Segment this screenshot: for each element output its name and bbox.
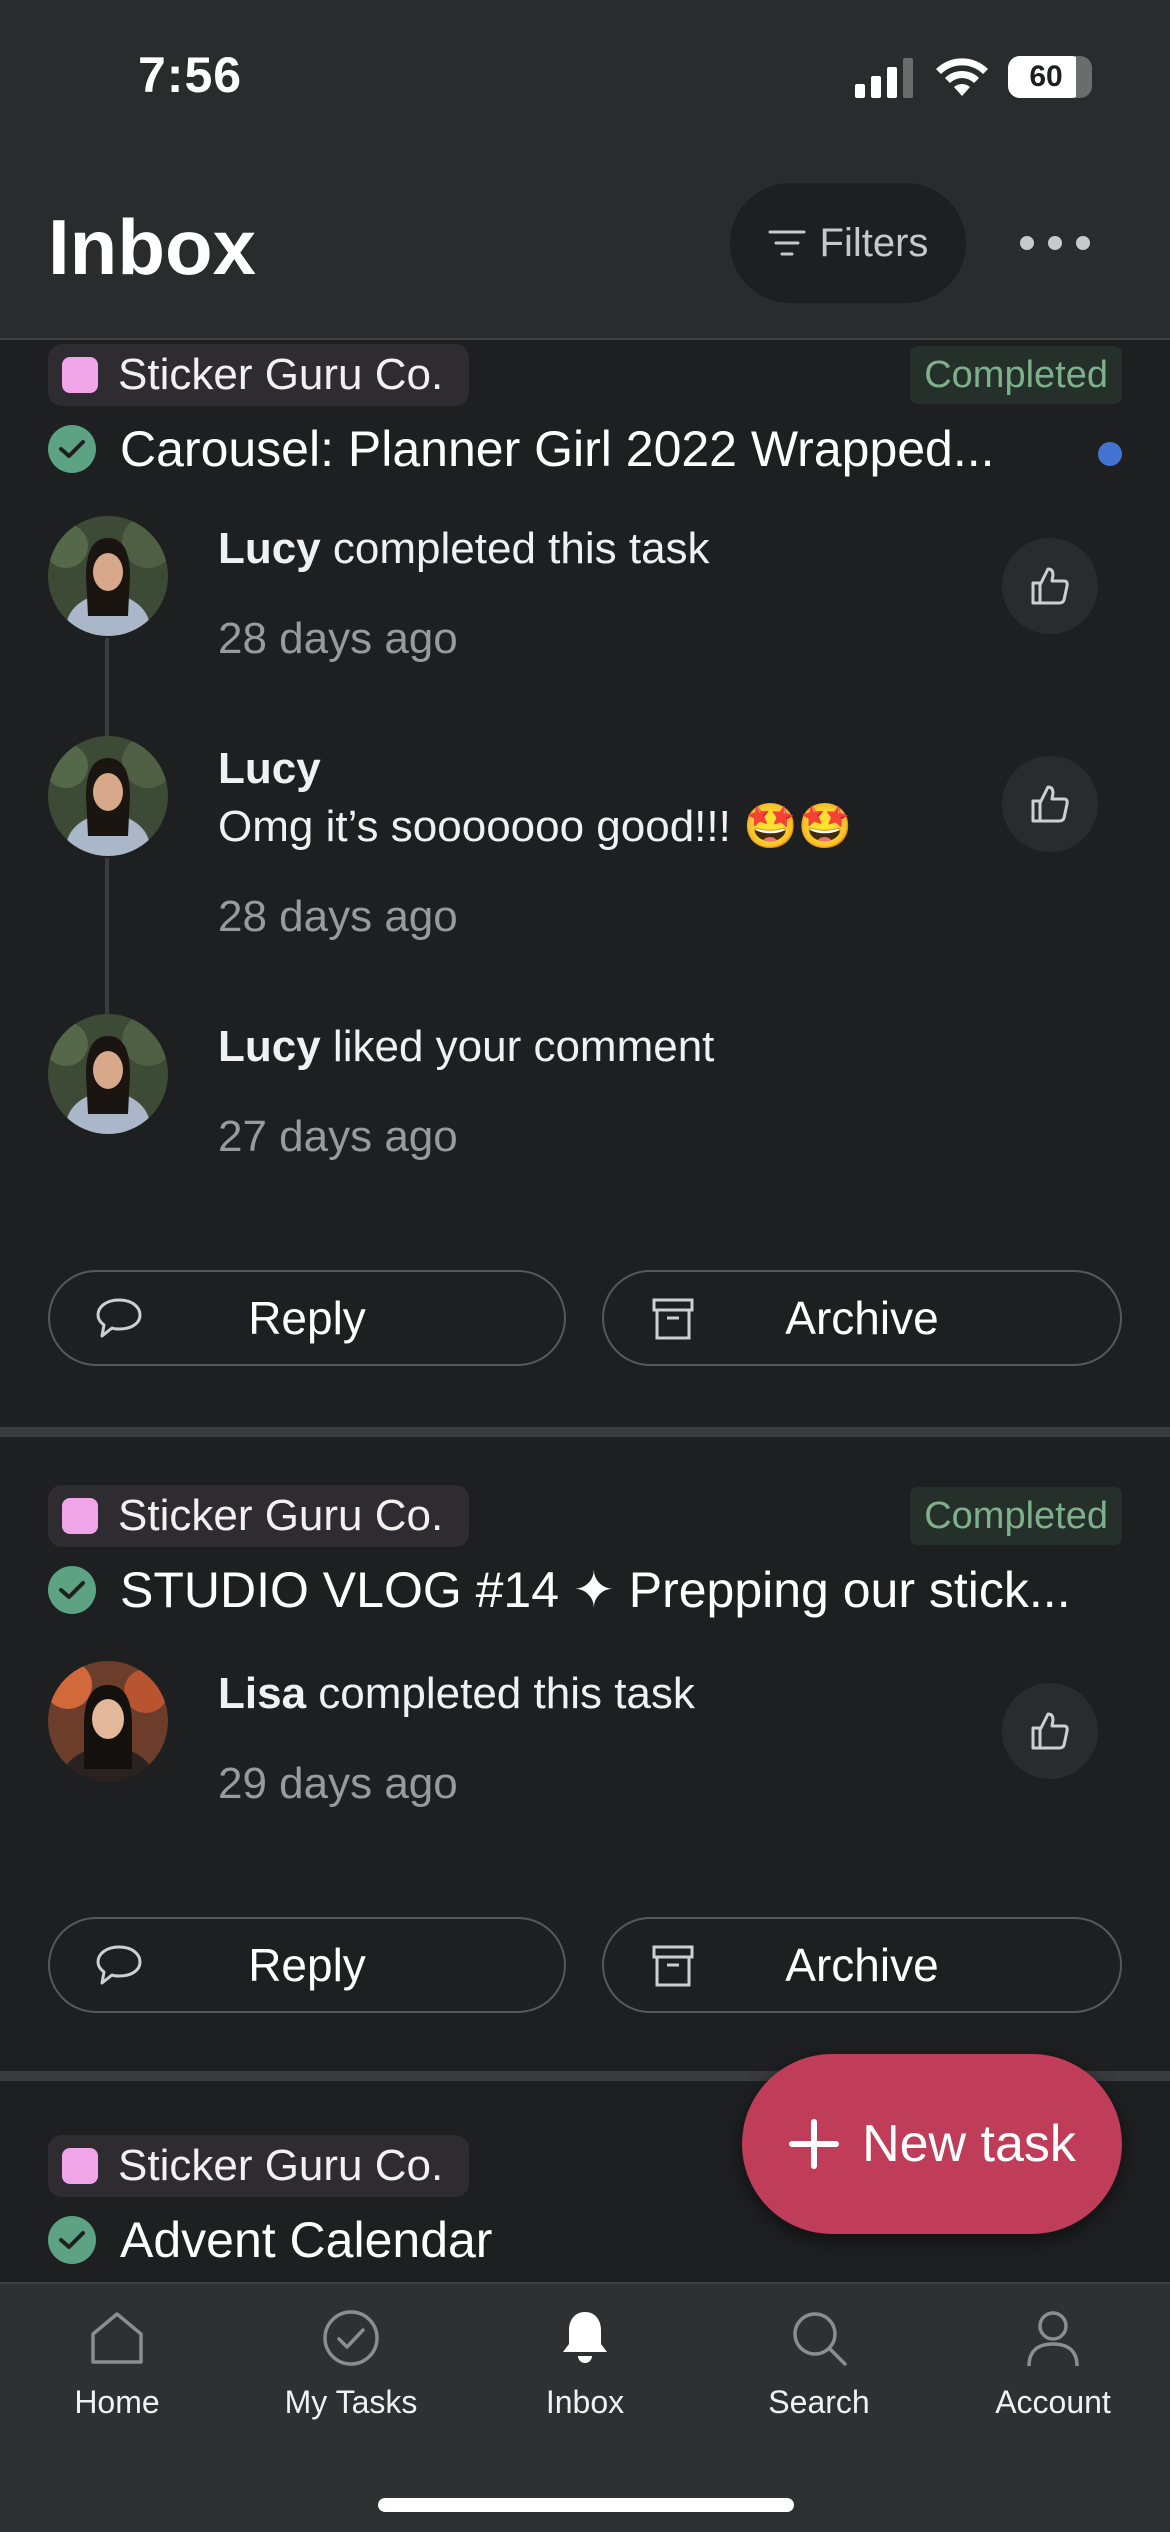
user-photo-icon — [48, 516, 168, 636]
tab-search[interactable]: Search — [702, 2306, 936, 2446]
battery-icon: 60 — [1008, 56, 1092, 98]
tab-search-label: Search — [768, 2384, 870, 2420]
project-color-icon — [62, 2148, 98, 2184]
project-tag[interactable]: Sticker Guru Co. — [48, 2135, 470, 2197]
task-row[interactable]: STUDIO VLOG #14 ✦ Prepping our stick... — [48, 1561, 1108, 1619]
check-circle-icon — [323, 2310, 379, 2366]
reply-button[interactable]: Reply — [48, 1917, 566, 2013]
project-color-icon — [62, 357, 98, 393]
status-badge: Completed — [910, 346, 1122, 404]
filters-button[interactable]: Filters — [730, 183, 966, 303]
completed-check-icon — [48, 1566, 96, 1614]
project-color-icon — [62, 1498, 98, 1534]
tab-bar: Home My Tasks Inbox Search Account — [0, 2282, 1170, 2532]
tab-my-tasks[interactable]: My Tasks — [234, 2306, 468, 2446]
activity-time: 29 days ago — [218, 1759, 458, 1808]
user-photo-icon — [48, 736, 168, 856]
archive-button[interactable]: Archive — [602, 1270, 1122, 1366]
new-task-button[interactable]: New task — [742, 2054, 1122, 2234]
task-row[interactable]: Carousel: Planner Girl 2022 Wrapped... — [48, 420, 1068, 478]
thumbs-up-icon — [1031, 1712, 1069, 1750]
cellular-signal-icon — [855, 58, 913, 98]
tab-account-label: Account — [995, 2384, 1111, 2420]
project-name: Sticker Guru Co. — [118, 1491, 444, 1540]
like-button[interactable] — [1002, 1683, 1098, 1779]
search-icon — [793, 2312, 847, 2366]
thumbs-up-icon — [1031, 567, 1069, 605]
more-dot-icon — [1020, 236, 1034, 250]
activity-comment: Omg it’s sooooooo good!!! 🤩🤩 — [218, 802, 853, 851]
archive-icon — [652, 1945, 694, 1987]
thread-line — [105, 858, 109, 1014]
project-tag[interactable]: Sticker Guru Co. — [48, 344, 470, 406]
battery-level: 60 — [1029, 60, 1063, 93]
inbox-card[interactable]: Sticker Guru Co. Completed STUDIO VLOG #… — [0, 1437, 1170, 2071]
thumbs-up-icon — [1031, 785, 1069, 823]
avatar[interactable] — [48, 736, 168, 856]
thread-line — [105, 638, 109, 736]
tab-inbox-label: Inbox — [545, 2384, 625, 2420]
activity-time: 27 days ago — [218, 1112, 458, 1161]
project-tag[interactable]: Sticker Guru Co. — [48, 1485, 470, 1547]
app-header: Inbox Filters — [0, 150, 1170, 340]
wifi-icon — [936, 58, 988, 96]
filters-label: Filters — [819, 220, 929, 265]
home-indicator[interactable] — [378, 2498, 794, 2512]
bell-icon — [563, 2312, 607, 2363]
inbox-card[interactable]: Sticker Guru Co. Completed Carousel: Pla… — [0, 342, 1170, 1427]
completed-check-icon — [48, 2216, 96, 2264]
activity-text: Lucy completed this task — [218, 520, 710, 578]
activity-action: liked your comment — [320, 1022, 715, 1071]
activity-text: Lucy Omg it’s sooooooo good!!! 🤩🤩 — [218, 740, 853, 856]
reply-button[interactable]: Reply — [48, 1270, 566, 1366]
task-title: Carousel: Planner Girl 2022 Wrapped... — [120, 421, 995, 477]
activity-user: Lucy — [218, 524, 321, 573]
status-badge: Completed — [910, 1487, 1122, 1545]
page-title: Inbox — [48, 203, 256, 291]
more-options-button[interactable] — [1010, 210, 1100, 276]
new-task-label: New task — [862, 2115, 1076, 2173]
like-button[interactable] — [1002, 538, 1098, 634]
tab-account[interactable]: Account — [936, 2306, 1170, 2446]
archive-icon — [652, 1298, 694, 1340]
tab-my-tasks-label: My Tasks — [284, 2384, 418, 2420]
avatar[interactable] — [48, 1014, 168, 1134]
avatar[interactable] — [48, 1661, 168, 1781]
activity-time: 28 days ago — [218, 614, 458, 663]
comment-icon — [96, 1945, 142, 1985]
comment-icon — [96, 1298, 142, 1338]
activity-user: Lucy — [218, 744, 321, 793]
tab-home[interactable]: Home — [0, 2306, 234, 2446]
user-photo-icon — [48, 1661, 168, 1781]
activity-text: Lucy liked your comment — [218, 1018, 714, 1076]
activity-action: completed this task — [306, 1669, 695, 1718]
completed-check-icon — [48, 425, 96, 473]
project-name: Sticker Guru Co. — [118, 350, 444, 399]
task-title: Advent Calendar — [120, 2212, 493, 2268]
status-bar: 7:56 60 — [0, 0, 1170, 150]
plus-icon — [789, 2119, 840, 2169]
card-divider — [0, 1427, 1170, 1437]
activity-text: Lisa completed this task — [218, 1665, 695, 1723]
task-title: STUDIO VLOG #14 ✦ Prepping our stick... — [120, 1562, 1071, 1618]
activity-time: 28 days ago — [218, 892, 458, 941]
activity-user: Lucy — [218, 1022, 321, 1071]
filter-icon — [768, 230, 806, 256]
user-photo-icon — [48, 1014, 168, 1134]
unread-indicator — [1098, 442, 1122, 466]
status-time: 7:56 — [138, 47, 243, 103]
home-icon — [91, 2312, 143, 2364]
like-button[interactable] — [1002, 756, 1098, 852]
avatar[interactable] — [48, 516, 168, 636]
archive-button[interactable]: Archive — [602, 1917, 1122, 2013]
project-name: Sticker Guru Co. — [118, 2141, 444, 2190]
activity-user: Lisa — [218, 1669, 307, 1718]
activity-action: completed this task — [320, 524, 710, 573]
person-icon — [1027, 2311, 1079, 2367]
tab-home-label: Home — [74, 2384, 160, 2420]
tab-inbox[interactable]: Inbox — [468, 2306, 702, 2446]
